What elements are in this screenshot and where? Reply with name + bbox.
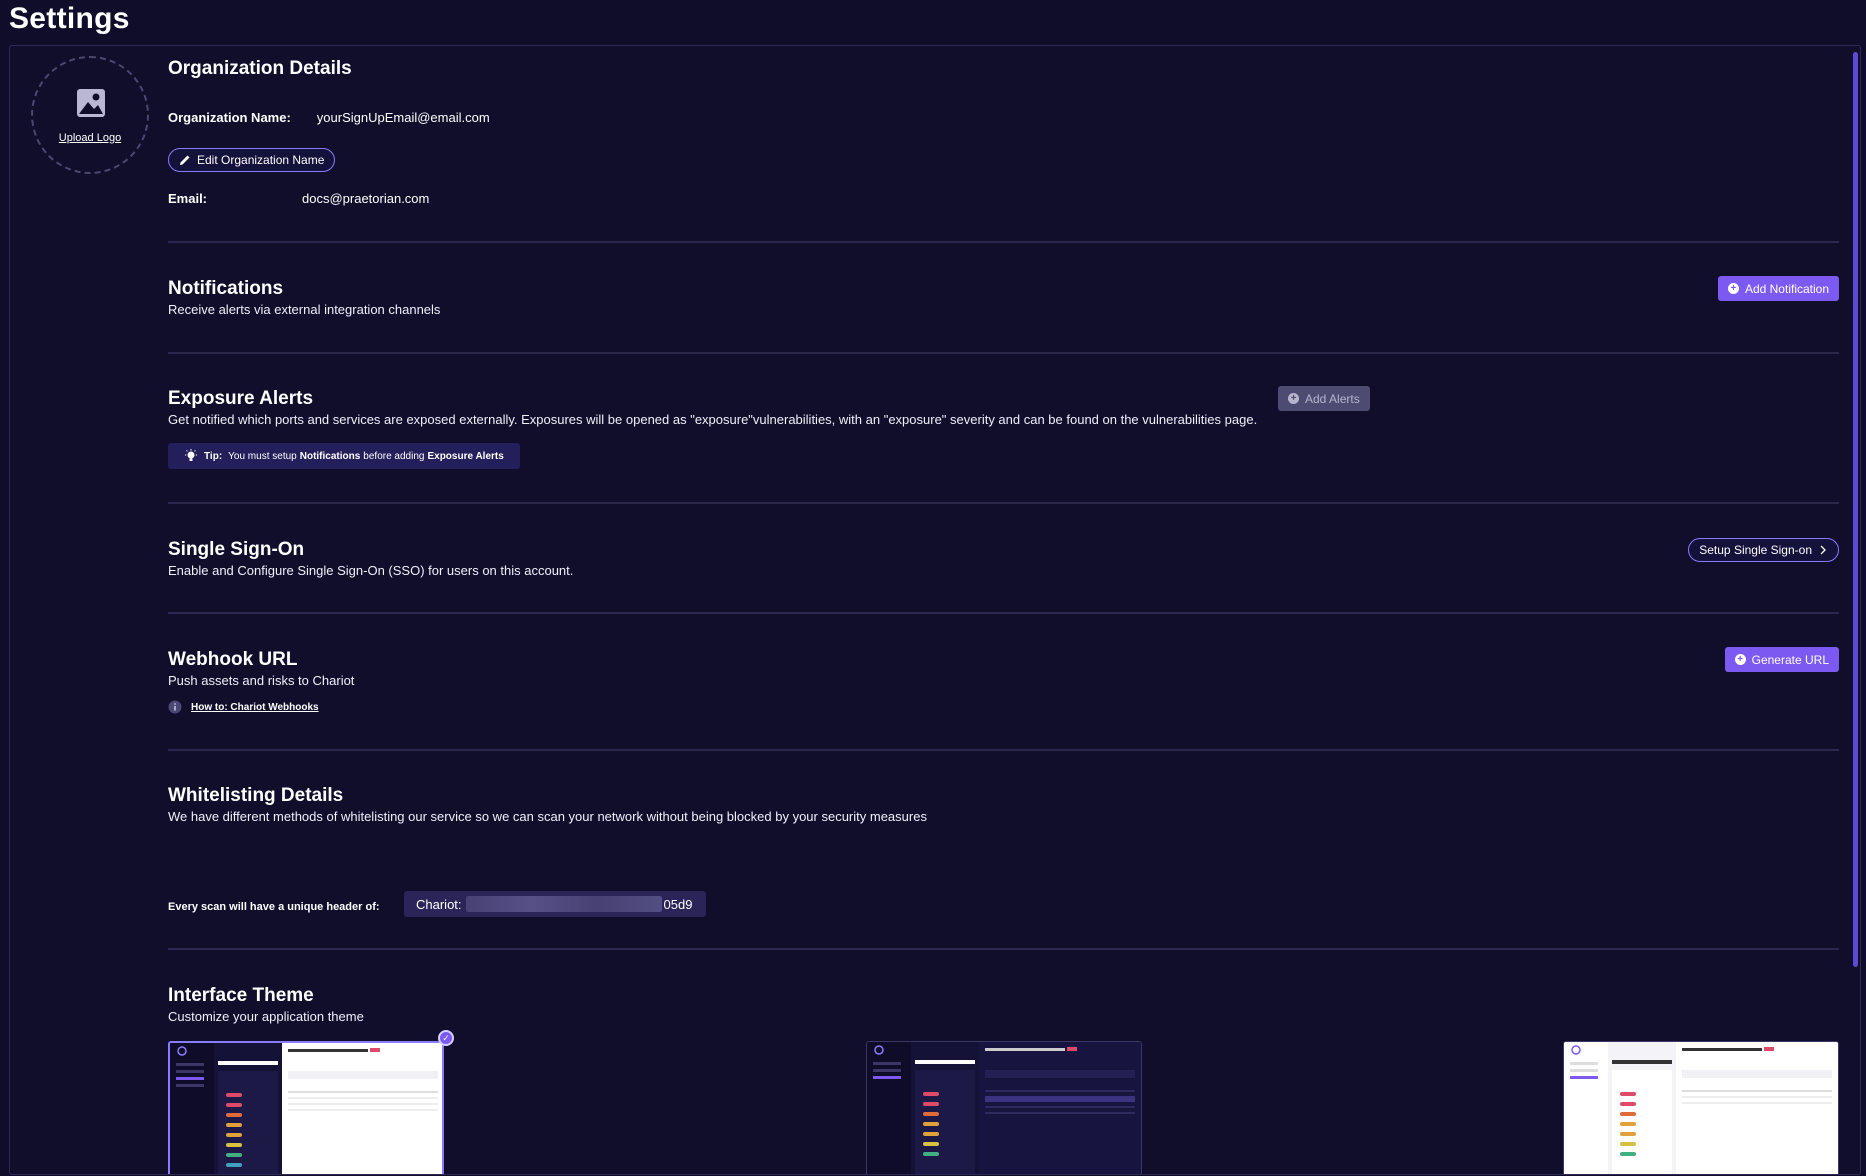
divider <box>168 948 1839 950</box>
tip-text-2: before adding <box>363 450 425 462</box>
tip-prefix: Tip: <box>204 450 223 462</box>
theme-preview-dark <box>867 1042 1141 1174</box>
pencil-icon <box>180 155 190 165</box>
email-label: Email: <box>168 191 208 206</box>
divider <box>168 612 1839 614</box>
whitelisting-section: Whitelisting Details We have different m… <box>168 785 1839 824</box>
add-alerts-button[interactable]: + Add Alerts <box>1278 386 1370 411</box>
email-row: Email: docs@praetorian.com <box>168 191 1839 206</box>
sso-description: Enable and Configure Single Sign-On (SSO… <box>168 563 574 578</box>
exposure-alerts-heading: Exposure Alerts <box>168 388 314 409</box>
exposure-alerts-section: Exposure Alerts Get notified which ports… <box>168 388 1839 427</box>
organization-name-label: Organization Name: <box>168 110 291 125</box>
notifications-section: Notifications Receive alerts via externa… <box>168 278 1839 317</box>
setup-sso-button[interactable]: Setup Single Sign-on <box>1688 538 1839 562</box>
plus-circle-icon: + <box>1734 654 1746 665</box>
whitelisting-description: We have different methods of whitelistin… <box>168 809 927 824</box>
webhook-heading: Webhook URL <box>168 649 298 670</box>
page-title: Settings <box>9 2 130 35</box>
divider <box>168 502 1839 504</box>
header-suffix: 05d9 <box>663 896 693 912</box>
unique-header-label: Every scan will have a unique header of: <box>168 901 380 913</box>
sso-heading: Single Sign-On <box>168 539 305 560</box>
logo-upload-area[interactable]: Upload Logo <box>31 56 149 174</box>
settings-panel: Upload Logo Organization Details Organiz… <box>9 45 1861 1175</box>
webhook-help-link[interactable]: How to: Chariot Webhooks <box>191 702 319 713</box>
divider <box>168 241 1839 243</box>
email-value: docs@praetorian.com <box>302 191 430 206</box>
add-notification-label: Add Notification <box>1744 281 1829 296</box>
edit-organization-name-label: Edit Organization Name <box>197 153 325 167</box>
tip-bold-2: Exposure Alerts <box>427 450 504 462</box>
header-redacted <box>465 896 662 912</box>
webhook-section: Webhook URL Push assets and risks to Cha… <box>168 649 1839 688</box>
generate-url-label: Generate URL <box>1751 652 1829 667</box>
theme-option-dark-light[interactable] <box>168 1041 444 1174</box>
exposure-tip-box: Tip: You must setup Notifications before… <box>168 443 520 469</box>
add-alerts-label: Add Alerts <box>1305 391 1360 406</box>
notifications-description: Receive alerts via external integration … <box>168 302 441 317</box>
organization-name-row: Organization Name: yourSignUpEmail@email… <box>168 110 1839 125</box>
edit-organization-name-button[interactable]: Edit Organization Name <box>168 148 336 172</box>
generate-url-button[interactable]: + Generate URL <box>1724 647 1839 672</box>
webhook-help-row: How to: Chariot Webhooks <box>168 700 1839 714</box>
chevron-right-icon <box>1820 545 1826 555</box>
plus-circle-icon: + <box>1288 393 1299 404</box>
exposure-alerts-description: Get notified which ports and services ar… <box>168 412 1258 427</box>
theme-option-light[interactable] <box>1563 1041 1839 1174</box>
divider <box>168 352 1839 354</box>
plus-circle-icon: + <box>1727 283 1739 294</box>
header-prefix: Chariot: <box>416 896 462 912</box>
theme-heading: Interface Theme <box>168 985 314 1006</box>
organization-heading: Organization Details <box>168 58 352 79</box>
webhook-description: Push assets and risks to Chariot <box>168 673 355 688</box>
theme-section: Interface Theme Customize your applicati… <box>168 985 1839 1024</box>
whitelisting-heading: Whitelisting Details <box>168 785 344 806</box>
upload-logo-link[interactable]: Upload Logo <box>33 132 147 144</box>
setup-sso-label: Setup Single Sign-on <box>1699 543 1812 557</box>
info-icon <box>168 700 182 714</box>
theme-preview-dark-light <box>170 1043 442 1174</box>
tip-bold-1: Notifications <box>299 450 361 462</box>
scrollbar[interactable] <box>1853 52 1858 967</box>
organization-name-value: yourSignUpEmail@email.com <box>316 110 490 125</box>
sso-section: Single Sign-On Enable and Configure Sing… <box>168 539 1839 578</box>
notifications-heading: Notifications <box>168 278 284 299</box>
unique-header-value[interactable]: Chariot: 05d9 <box>404 891 706 917</box>
image-icon <box>77 89 105 117</box>
theme-description: Customize your application theme <box>168 1009 364 1024</box>
theme-option-dark[interactable] <box>866 1041 1142 1174</box>
divider <box>168 749 1839 751</box>
theme-preview-light <box>1564 1042 1838 1174</box>
selected-check-icon: ✓ <box>438 1030 454 1046</box>
organization-section: Organization Details <box>168 58 1839 82</box>
tip-text-1: You must setup <box>228 450 297 462</box>
add-notification-button[interactable]: + Add Notification <box>1717 276 1839 301</box>
lightbulb-icon <box>185 449 197 461</box>
